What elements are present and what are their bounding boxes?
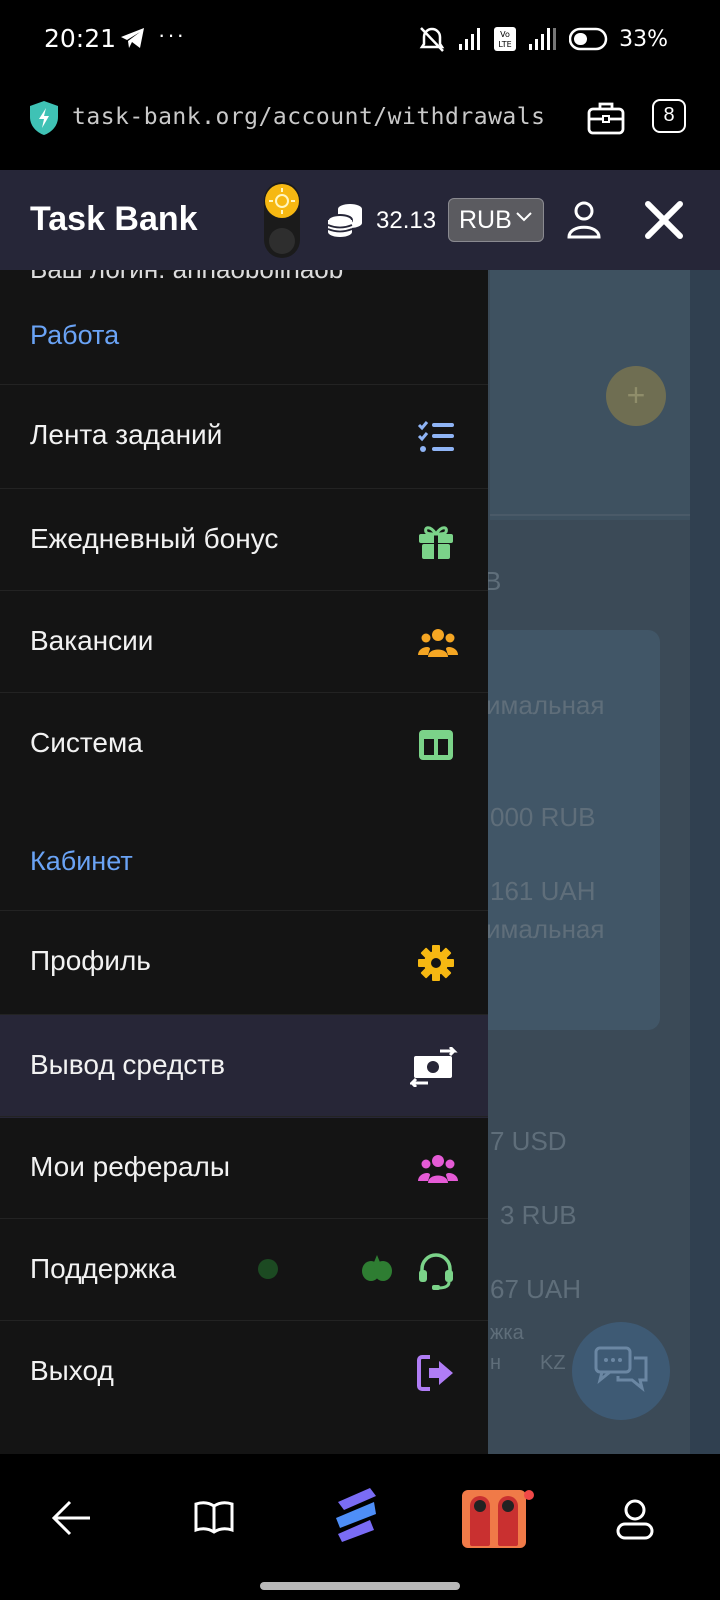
balance-value: 32.13: [376, 207, 437, 234]
app-logo-icon[interactable]: [330, 1484, 382, 1544]
bg-text: 000 RUB: [490, 802, 596, 832]
menu-item-label: Вакансии: [30, 625, 154, 656]
svg-text:Vo: Vo: [500, 30, 510, 39]
section-title-work: Работа: [30, 320, 120, 350]
bg-text: 7 USD: [490, 1126, 567, 1156]
telegram-icon: [121, 28, 144, 48]
bg-text: 3 RUB: [500, 1200, 577, 1230]
game-thumbnail-icon[interactable]: [462, 1490, 526, 1548]
user-icon[interactable]: [566, 200, 602, 240]
gift-icon: [419, 526, 453, 559]
columns-icon: [419, 730, 453, 760]
home-indicator[interactable]: [260, 1582, 460, 1590]
secure-shield-icon[interactable]: [28, 100, 60, 136]
status-dot: [258, 1259, 278, 1279]
currency-value: RUB: [459, 206, 512, 234]
users-icon: [418, 629, 458, 657]
status-bar: 20:21 ··· Vo LTE 33%: [0, 0, 720, 80]
menu-item-label: Мои рефералы: [30, 1151, 230, 1182]
bg-text: н: [490, 1352, 502, 1374]
moon-icon: [269, 228, 295, 254]
browser-url-bar: task-bank.org/account/withdrawals 8: [0, 80, 720, 170]
sun-icon: [265, 184, 299, 218]
menu-item-label: Лента заданий: [30, 419, 223, 450]
bg-text: имальная: [486, 914, 605, 944]
menu-item-task-feed[interactable]: Лента заданий: [0, 384, 488, 488]
bottom-nav: [0, 1454, 720, 1600]
headset-icon: [419, 1253, 453, 1290]
notification-dot: [524, 1490, 534, 1500]
chat-button: [572, 1322, 670, 1420]
coins-icon: [327, 204, 362, 237]
currency-select[interactable]: RUB: [448, 198, 544, 242]
plus-icon: +: [606, 366, 666, 426]
menu-item-daily-bonus[interactable]: Ежедневный бонус: [0, 488, 488, 592]
menu-item-label: Профиль: [30, 945, 151, 976]
signal-icon: [459, 28, 481, 50]
more-notifications-icon: ···: [158, 22, 186, 47]
money-exchange-icon: [410, 1047, 458, 1087]
book-icon[interactable]: [194, 1498, 234, 1538]
bg-text: жка: [490, 1322, 524, 1344]
volte-icon: Vo LTE: [494, 27, 517, 51]
brand-logo[interactable]: Task Bank: [30, 200, 198, 239]
bg-text: 67 UAH: [490, 1274, 582, 1304]
profile-icon[interactable]: [614, 1498, 656, 1542]
menu-item-withdrawals[interactable]: Вывод средств: [0, 1014, 488, 1118]
menu-item-label: Ежедневный бонус: [30, 523, 279, 554]
chevron-down-icon: [516, 212, 532, 222]
task-list-icon: [417, 421, 454, 452]
url-text[interactable]: task-bank.org/account/withdrawals: [72, 104, 545, 130]
back-arrow-icon[interactable]: [50, 1498, 92, 1538]
bg-edge: [690, 270, 720, 1454]
menu-item-profile[interactable]: Профиль: [0, 910, 488, 1014]
status-icons: Vo LTE 33%: [417, 22, 668, 56]
menu-item-label: Поддержка: [30, 1253, 177, 1284]
menu-item-referrals[interactable]: Мои рефералы: [0, 1116, 488, 1220]
battery-percent: 33%: [619, 26, 668, 52]
battery-icon: [569, 27, 608, 51]
menu-item-vacancies[interactable]: Вакансии: [0, 590, 488, 694]
login-label: Ваш логин: annaobolinaob: [30, 270, 343, 285]
theme-toggle[interactable]: [264, 182, 300, 258]
bg-text: KZ: [540, 1352, 566, 1374]
chat-icon: [594, 1346, 648, 1392]
app-header: Task Bank 32.13 RUB: [0, 170, 720, 270]
menu-item-label: Выход: [30, 1355, 114, 1386]
status-time: 20:21: [44, 24, 117, 53]
menu-item-support[interactable]: Поддержка: [0, 1218, 488, 1322]
menu-item-system[interactable]: Система: [0, 692, 488, 796]
section-title-cabinet: Кабинет: [30, 846, 133, 876]
menu-item-label: Вывод средств: [30, 1049, 226, 1080]
bg-text: 161 UAH: [490, 876, 596, 906]
leaf-icon: [362, 1255, 392, 1281]
signal-icon-2: [529, 28, 557, 50]
svg-text:LTE: LTE: [498, 40, 511, 49]
briefcase-icon[interactable]: [586, 100, 626, 136]
logout-icon: [417, 1355, 453, 1391]
mute-icon: [419, 27, 445, 52]
gear-icon: [418, 945, 454, 981]
side-drawer: Ваш логин: annaobolinaob Работа Лента за…: [0, 270, 488, 1454]
menu-item-label: Система: [30, 727, 143, 758]
tab-count-button[interactable]: 8: [652, 99, 686, 133]
users-icon: [418, 1155, 458, 1183]
close-icon[interactable]: [644, 200, 684, 240]
menu-item-logout[interactable]: Выход: [0, 1320, 488, 1424]
bg-text: имальная: [486, 690, 605, 720]
